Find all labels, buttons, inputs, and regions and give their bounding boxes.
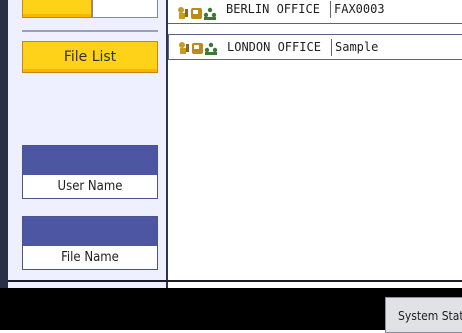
file-list-button[interactable]: File List <box>22 41 158 73</box>
file-name-label: File Name <box>61 250 119 265</box>
file-list-label: File List <box>63 49 117 65</box>
user-key-icon <box>178 7 188 19</box>
system-status-button[interactable]: System Stat <box>385 297 462 333</box>
group-icon <box>204 42 218 55</box>
panel-divider <box>22 30 158 32</box>
top-tab-button-left[interactable] <box>22 0 92 18</box>
user-key-icon <box>179 42 189 54</box>
file-row[interactable]: BERLIN OFFICE FAX0003 <box>168 0 462 24</box>
column-separator <box>331 39 332 56</box>
file-name: FAX0003 <box>334 2 385 16</box>
screen-area: File List User Name File Name BERLIN OFF… <box>0 0 462 288</box>
column-separator <box>330 1 331 18</box>
user-name-field[interactable]: User Name <box>22 145 158 199</box>
fax-icon <box>191 8 202 19</box>
row-icons <box>177 41 221 55</box>
destination-name: BERLIN OFFICE <box>226 2 320 16</box>
destination-name: LONDON OFFICE <box>227 40 321 54</box>
file-row[interactable]: LONDON OFFICE Sample <box>168 34 462 60</box>
user-name-value-box <box>23 146 157 175</box>
top-tab-button-right[interactable] <box>92 0 158 18</box>
user-name-label: User Name <box>57 179 123 194</box>
group-icon <box>203 7 217 20</box>
row-icons <box>176 6 220 20</box>
fax-icon <box>192 43 203 54</box>
file-name: Sample <box>335 40 379 54</box>
system-status-label: System Stat <box>398 309 462 323</box>
file-name-field[interactable]: File Name <box>22 216 158 270</box>
file-name-value-box <box>23 217 157 246</box>
panel-bottom-border <box>8 280 462 282</box>
left-frame <box>0 0 8 288</box>
